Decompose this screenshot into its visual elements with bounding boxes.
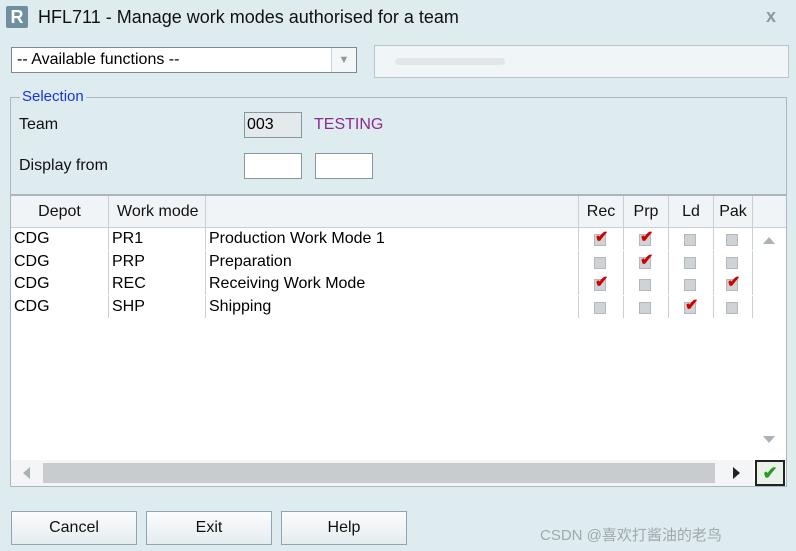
scroll-right-icon[interactable] — [733, 467, 740, 479]
exit-button[interactable]: Exit — [146, 511, 272, 545]
pak-checkbox[interactable] — [726, 256, 738, 269]
cell-ld — [669, 250, 714, 273]
cell-prp — [624, 273, 669, 295]
column-header-ld[interactable]: Ld — [669, 196, 714, 228]
table-row[interactable]: CDG REC Receiving Work Mode ✔ ✔ — [11, 273, 753, 295]
pak-checkbox[interactable] — [726, 301, 738, 314]
cell-pak: ✔ — [714, 273, 753, 295]
cell-depot: CDG — [11, 228, 109, 250]
column-header-spacer — [753, 196, 786, 228]
ld-checkbox[interactable]: ✔ — [684, 296, 699, 314]
cell-mode: SHP — [109, 295, 206, 318]
cell-prp: ✔ — [624, 250, 669, 273]
table-row[interactable]: CDG SHP Shipping ✔ — [11, 295, 753, 318]
cell-rec — [579, 250, 624, 273]
functions-dropdown-value: -- Available functions -- — [17, 51, 180, 68]
watermark: CSDN @喜欢打酱油的老鸟 — [540, 527, 722, 544]
check-icon: ✔ — [640, 229, 654, 246]
cell-pak — [714, 295, 753, 318]
cell-prp — [624, 295, 669, 318]
column-header-description[interactable] — [206, 196, 579, 228]
check-icon: ✔ — [727, 274, 741, 291]
table-row[interactable]: CDG PR1 Production Work Mode 1 ✔ ✔ — [11, 228, 753, 250]
rec-checkbox[interactable] — [594, 256, 606, 269]
horizontal-scrollbar[interactable] — [11, 460, 753, 486]
table-row[interactable]: CDG PRP Preparation ✔ — [11, 250, 753, 273]
team-code-field[interactable]: 003 — [244, 112, 302, 138]
cell-pak — [714, 228, 753, 250]
scroll-down-icon[interactable] — [763, 436, 775, 443]
cell-ld — [669, 228, 714, 250]
chevron-down-icon[interactable]: ▼ — [331, 48, 356, 72]
cell-desc: Shipping — [206, 295, 579, 318]
checkmark-icon: ✔ — [762, 463, 778, 483]
column-header-prp[interactable]: Prp — [624, 196, 669, 228]
column-header-work-mode[interactable]: Work mode — [109, 196, 206, 228]
cell-depot: CDG — [11, 295, 109, 318]
horizontal-scroll-thumb[interactable] — [43, 463, 715, 483]
scroll-up-icon[interactable] — [763, 237, 775, 244]
info-box — [374, 45, 789, 78]
team-code-value: 003 — [247, 116, 274, 133]
display-from-label: Display from — [19, 157, 108, 174]
cell-depot: CDG — [11, 273, 109, 295]
cell-desc: Receiving Work Mode — [206, 273, 579, 295]
team-label: Team — [19, 116, 59, 133]
work-modes-grid: Depot Work mode Rec Prp Ld Pak CDG PR1 Pro… — [10, 195, 787, 487]
prp-checkbox[interactable] — [639, 301, 651, 314]
redacted-text — [395, 58, 505, 65]
cell-rec — [579, 295, 624, 318]
app-logo-icon: R — [6, 6, 28, 28]
selection-group-label: Selection — [20, 88, 86, 105]
team-name: TESTING — [314, 116, 384, 133]
confirm-button[interactable]: ✔ — [755, 460, 785, 486]
window-title: HFL711 - Manage work modes authorised fo… — [38, 7, 459, 27]
cell-pak — [714, 250, 753, 273]
column-header-rec[interactable]: Rec — [579, 196, 624, 228]
selection-group — [10, 97, 787, 195]
rec-checkbox[interactable]: ✔ — [594, 274, 609, 291]
check-icon: ✔ — [685, 296, 699, 314]
column-header-pak[interactable]: Pak — [714, 196, 753, 228]
pak-checkbox[interactable]: ✔ — [726, 274, 741, 291]
check-icon: ✔ — [640, 251, 654, 269]
title-bar: R HFL711 - Manage work modes authorised … — [0, 0, 796, 34]
prp-checkbox[interactable]: ✔ — [639, 251, 654, 269]
column-header-depot[interactable]: Depot — [11, 196, 109, 228]
cell-mode: REC — [109, 273, 206, 295]
cancel-button[interactable]: Cancel — [11, 511, 137, 545]
cell-desc: Preparation — [206, 250, 579, 273]
cell-mode: PR1 — [109, 228, 206, 250]
display-from-input-1[interactable] — [244, 153, 302, 179]
ld-checkbox[interactable] — [684, 234, 696, 246]
prp-checkbox[interactable]: ✔ — [639, 229, 654, 246]
cell-desc: Production Work Mode 1 — [206, 228, 579, 250]
vertical-scrollbar[interactable] — [753, 228, 786, 460]
cell-ld — [669, 273, 714, 295]
pak-checkbox[interactable] — [726, 234, 738, 246]
cell-rec: ✔ — [579, 273, 624, 295]
ld-checkbox[interactable] — [684, 279, 696, 291]
check-icon: ✔ — [595, 229, 609, 246]
check-icon: ✔ — [595, 274, 609, 291]
cell-ld: ✔ — [669, 295, 714, 318]
rec-checkbox[interactable]: ✔ — [594, 229, 609, 246]
rec-checkbox[interactable] — [594, 301, 606, 314]
help-button[interactable]: Help — [281, 511, 407, 545]
cell-prp: ✔ — [624, 228, 669, 250]
scroll-left-icon[interactable] — [23, 467, 30, 479]
cell-mode: PRP — [109, 250, 206, 273]
close-button[interactable]: x — [766, 6, 776, 27]
cell-rec: ✔ — [579, 228, 624, 250]
functions-dropdown[interactable]: -- Available functions -- ▼ — [11, 47, 357, 73]
display-from-input-2[interactable] — [315, 153, 373, 179]
prp-checkbox[interactable] — [639, 279, 651, 291]
ld-checkbox[interactable] — [684, 256, 696, 269]
cell-depot: CDG — [11, 250, 109, 273]
